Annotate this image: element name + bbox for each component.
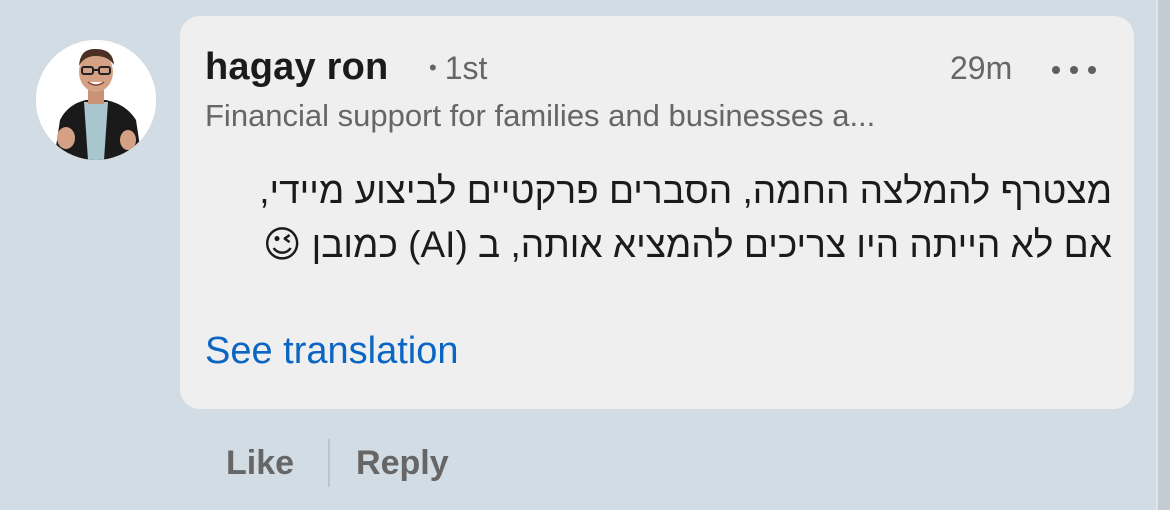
more-options-icon[interactable]	[1052, 62, 1096, 78]
author-headline: Financial support for families and busin…	[205, 98, 876, 133]
reply-button[interactable]: Reply	[356, 444, 449, 483]
scrollbar-track[interactable]	[1158, 0, 1170, 510]
comment-text: מצטרף להמלצה החמה, הסברים פרקטיים לביצוע…	[259, 170, 1112, 265]
connection-degree: • 1st	[429, 50, 487, 87]
more-dot	[1070, 66, 1078, 74]
like-button[interactable]: Like	[226, 444, 294, 483]
see-translation-link[interactable]: See translation	[205, 330, 459, 373]
action-divider	[328, 439, 331, 487]
comment-timestamp: 29m	[950, 50, 1013, 86]
separator-dot: •	[429, 55, 437, 80]
author-name[interactable]: hagay ron	[205, 46, 388, 89]
avatar-photo	[36, 40, 156, 160]
comment-bubble: hagay ron • 1st 29m Financial support for…	[180, 16, 1134, 409]
connection-degree-label: 1st	[444, 50, 488, 86]
comment-actions: Like Reply	[226, 438, 449, 488]
more-dot	[1052, 66, 1060, 74]
avatar[interactable]	[36, 40, 156, 160]
more-dot	[1088, 66, 1096, 74]
